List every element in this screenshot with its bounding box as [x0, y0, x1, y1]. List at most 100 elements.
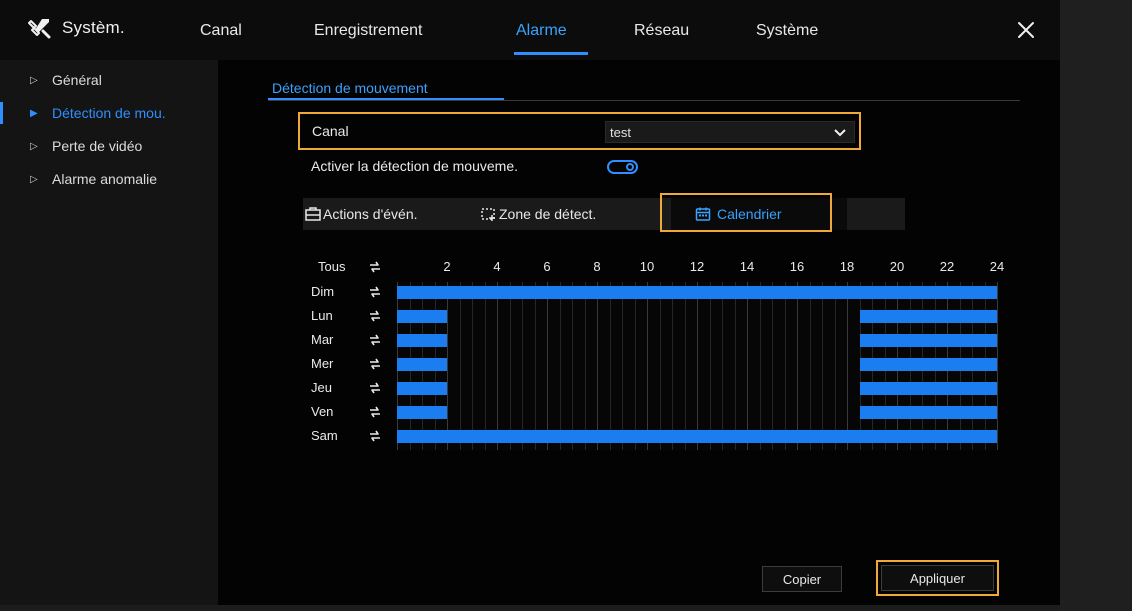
day-refresh-icon[interactable]: [368, 405, 382, 419]
hour-label: 8: [593, 259, 601, 274]
schedule-segment: [397, 310, 447, 323]
grid-line: [997, 282, 998, 450]
day-label-sam: Sam: [311, 428, 338, 443]
top-bar: Systèm. Canal Enregistrement Alarme Réseau S…: [0, 0, 1060, 60]
schedule-segment: [397, 406, 447, 419]
window-edge: [1060, 0, 1132, 611]
day-label-mer: Mer: [311, 356, 334, 371]
schedule-segment: [859, 334, 997, 347]
tab-motion-detection[interactable]: Détection de mouvement: [272, 80, 428, 96]
day-label-jeu: Jeu: [311, 380, 332, 395]
tab-zone-de-detect[interactable]: Zone de détect.: [479, 198, 671, 230]
app-title: Systèm.: [62, 18, 125, 37]
enable-detection-toggle[interactable]: [607, 160, 638, 174]
hour-label: 20: [889, 259, 905, 274]
triangle-outline-icon: ▷: [30, 140, 38, 152]
tab-actions-d-even[interactable]: Actions d'évén.: [303, 198, 481, 230]
day-label-dim: Dim: [311, 284, 335, 299]
triangle-outline-icon: ▷: [30, 74, 38, 86]
subtab-active-underline: [268, 98, 504, 100]
tools-icon: [28, 19, 51, 39]
hour-label: 14: [739, 259, 755, 274]
tab-systeme[interactable]: Système: [756, 22, 818, 40]
schedule-row[interactable]: [397, 428, 997, 445]
schedule-segment: [397, 334, 447, 347]
chevron-down-icon: [834, 129, 846, 137]
tab-alarme[interactable]: Alarme: [516, 22, 567, 40]
app-window: Systèm. Canal Enregistrement Alarme Réseau S…: [0, 0, 1132, 611]
schedule-grid[interactable]: [397, 282, 998, 450]
toggle-knob: [626, 163, 634, 171]
schedule-segment: [397, 382, 447, 395]
schedule-row[interactable]: [397, 404, 997, 421]
schedule-segment: [859, 406, 997, 419]
schedule-row[interactable]: [397, 380, 997, 397]
sidebar-item-label: Perte de vidéo: [52, 138, 143, 154]
day-refresh-icon[interactable]: [368, 381, 382, 395]
tab-canal[interactable]: Canal: [200, 22, 242, 40]
hour-label: 24: [989, 259, 1005, 274]
tab-reseau[interactable]: Réseau: [634, 22, 689, 40]
hour-label: 2: [443, 259, 451, 274]
tab-active-underline: [514, 52, 588, 55]
schedule-row[interactable]: [397, 356, 997, 373]
select-all-refresh-icon[interactable]: [368, 260, 382, 274]
day-refresh-icon[interactable]: [368, 333, 382, 347]
app-logo: Systèm.: [28, 16, 125, 40]
day-label-ven: Ven: [311, 404, 334, 419]
event-tab-label: Calendrier: [717, 206, 782, 222]
event-tab-label: Zone de détect.: [499, 206, 597, 222]
main-panel: Détection de mouvement Canal test Active…: [218, 60, 1060, 605]
schedule-row[interactable]: [397, 332, 997, 349]
sidebar: ▷ Général ▶ Détection de mou. ▷ Perte de vidé…: [0, 60, 218, 611]
bottom-edge: [0, 605, 1060, 611]
day-refresh-icon[interactable]: [368, 285, 382, 299]
schedule-row[interactable]: [397, 308, 997, 325]
calendar-icon: [695, 207, 711, 221]
sidebar-item-label: Détection de mou.: [52, 105, 166, 121]
day-refresh-icon[interactable]: [368, 357, 382, 371]
sidebar-active-bar: [0, 102, 3, 124]
hour-label: 16: [789, 259, 805, 274]
canal-select-value: test: [610, 125, 631, 140]
schedule-segment: [859, 310, 997, 323]
detection-zone-icon: [481, 208, 495, 221]
schedule-segment: [397, 286, 997, 299]
canal-label: Canal: [312, 123, 349, 139]
triangle-filled-icon: ▶: [30, 107, 38, 119]
select-all-label[interactable]: Tous: [318, 259, 345, 274]
sidebar-item-label: Général: [52, 72, 102, 88]
enable-detection-label: Activer la détection de mouveme.: [311, 158, 518, 174]
sidebar-item-label: Alarme anomalie: [52, 171, 158, 187]
day-refresh-icon[interactable]: [368, 309, 382, 323]
sidebar-item-alarme-anomalie[interactable]: ▷ Alarme anomalie: [0, 162, 218, 196]
hour-label: 22: [939, 259, 955, 274]
subtab-divider: [268, 100, 1020, 101]
canal-row: Canal test: [298, 112, 861, 150]
hour-label: 18: [839, 259, 855, 274]
close-icon[interactable]: [1016, 20, 1036, 40]
day-label-mar: Mar: [311, 332, 334, 347]
event-tabs: Actions d'évén. Zone de détect. Calendrier: [303, 198, 905, 230]
sidebar-item-detection-de-mou[interactable]: ▶ Détection de mou.: [0, 96, 218, 130]
schedule-segment: [859, 358, 997, 371]
schedule-segment: [397, 430, 997, 443]
hour-label: 4: [493, 259, 501, 274]
copy-button[interactable]: Copier: [762, 566, 842, 592]
day-refresh-icon[interactable]: [368, 429, 382, 443]
sidebar-item-general[interactable]: ▷ Général: [0, 63, 218, 97]
hour-label: 12: [689, 259, 705, 274]
triangle-outline-icon: ▷: [30, 173, 38, 185]
event-tab-label: Actions d'évén.: [323, 206, 418, 222]
tab-calendrier[interactable]: Calendrier: [671, 198, 847, 230]
schedule-segment: [397, 358, 447, 371]
canal-select[interactable]: test: [605, 121, 855, 143]
tab-enregistrement[interactable]: Enregistrement: [314, 22, 423, 40]
sidebar-item-perte-de-video[interactable]: ▷ Perte de vidéo: [0, 129, 218, 163]
event-actions-icon: [305, 207, 321, 221]
day-label-lun: Lun: [311, 308, 333, 323]
schedule-row[interactable]: [397, 284, 997, 301]
apply-button[interactable]: Appliquer: [881, 565, 994, 591]
hour-label: 6: [543, 259, 551, 274]
schedule-segment: [859, 382, 997, 395]
